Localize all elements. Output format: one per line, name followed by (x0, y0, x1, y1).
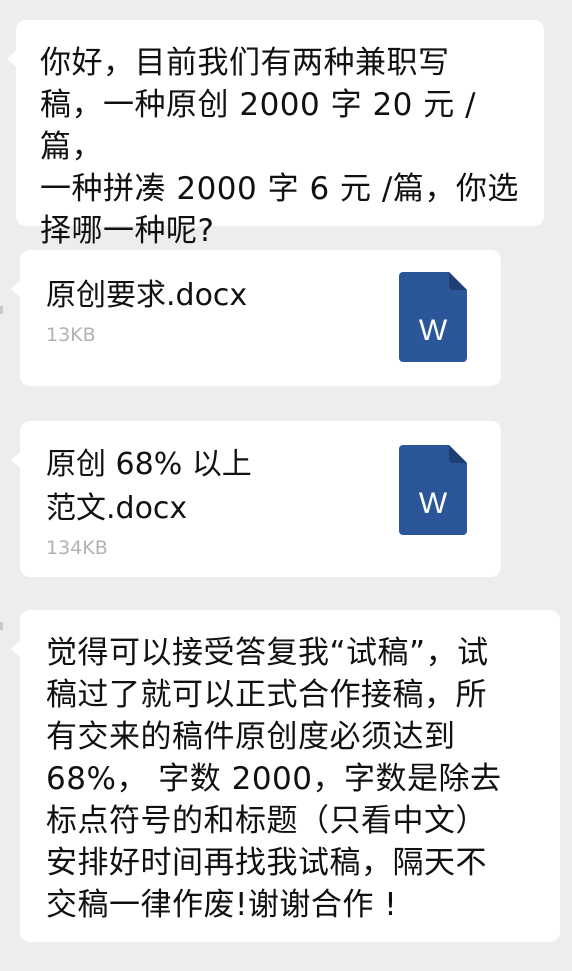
avatar-edge (0, 622, 3, 630)
word-icon-letter: W (419, 487, 448, 520)
word-document-icon: W (399, 272, 467, 362)
message-text: 觉得可以接受答复我“试稿”，试 稿过了就可以正式合作接稿，所 有交来的稿件原创度… (46, 635, 502, 923)
file-size: 134KB (46, 537, 108, 559)
message-bubble[interactable]: 觉得可以接受答复我“试稿”，试 稿过了就可以正式合作接稿，所 有交来的稿件原创度… (11, 610, 560, 942)
message-text: 你好，目前我们有两种兼职写 稿，一种原创 2000 字 20 元 /篇， 一种拼… (40, 45, 519, 249)
chat-window: 你好，目前我们有两种兼职写 稿，一种原创 2000 字 20 元 /篇， 一种拼… (0, 0, 572, 971)
avatar-edge (0, 306, 3, 314)
file-message-bubble[interactable]: 原创要求.docx 13KB W (11, 250, 501, 386)
file-message-bubble[interactable]: 原创 68% 以上 范文.docx 134KB W (11, 421, 501, 577)
word-icon-letter: W (419, 314, 448, 347)
message-bubble[interactable]: 你好，目前我们有两种兼职写 稿，一种原创 2000 字 20 元 /篇， 一种拼… (7, 20, 544, 249)
word-document-icon: W (399, 445, 467, 535)
